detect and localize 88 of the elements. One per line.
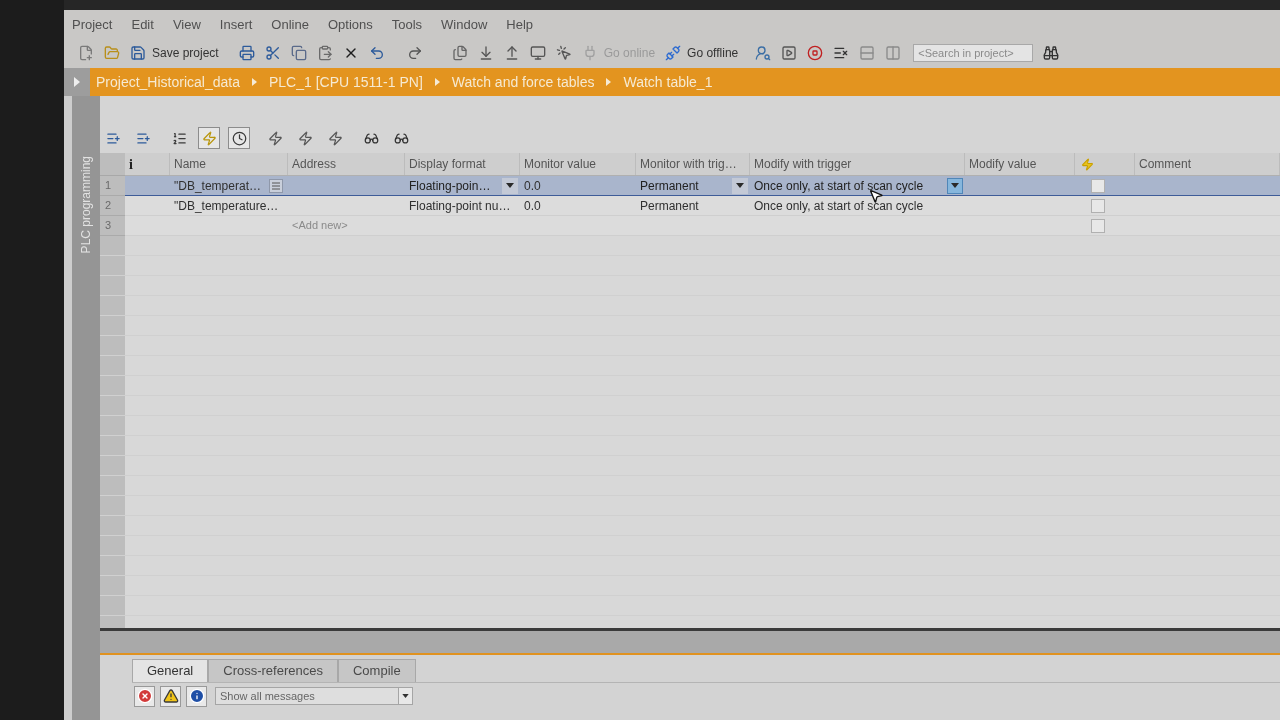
panel-tab[interactable]: Cross-references bbox=[208, 659, 338, 682]
row-number: 1 bbox=[105, 178, 112, 194]
table-row[interactable]: <Add new> bbox=[125, 216, 1280, 236]
files-icon[interactable] bbox=[451, 45, 468, 61]
error-filter-button[interactable] bbox=[134, 685, 155, 707]
paste-icon[interactable] bbox=[316, 45, 333, 61]
redo-icon[interactable] bbox=[406, 45, 423, 61]
go-offline-button[interactable]: Go offline bbox=[665, 44, 739, 62]
menu-item[interactable]: Help bbox=[506, 17, 534, 31]
column-header: Address bbox=[292, 156, 337, 173]
pointer-click-icon[interactable] bbox=[555, 45, 572, 61]
zap-icon bbox=[1081, 157, 1094, 171]
trigger-dropdown[interactable]: Permanent bbox=[636, 176, 750, 195]
zap-icon bbox=[297, 130, 313, 146]
mouse-pointer-icon bbox=[868, 188, 884, 204]
column-header: Monitor value bbox=[524, 156, 597, 173]
menu-item[interactable]: View bbox=[172, 17, 201, 31]
numbered-list-icon bbox=[171, 130, 187, 146]
monitor-icon[interactable] bbox=[529, 45, 546, 61]
zap-icon bbox=[327, 130, 343, 146]
row-number: 2 bbox=[105, 198, 112, 214]
menu-item[interactable]: Insert bbox=[219, 17, 253, 31]
breadcrumb-arrow-icon bbox=[251, 78, 257, 86]
clock-icon bbox=[231, 130, 247, 146]
caret-down-icon bbox=[732, 177, 748, 194]
trigger-dropdown[interactable]: Once only, at start of scan cycle bbox=[750, 176, 965, 195]
user-search-icon[interactable] bbox=[755, 45, 772, 61]
search-field[interactable]: <Search in project> bbox=[913, 44, 1034, 62]
expand-button[interactable] bbox=[64, 68, 90, 96]
menu-item[interactable]: Project bbox=[72, 17, 113, 31]
table-cell-text: 0.0 bbox=[523, 197, 542, 215]
column-header: Monitor with trig… bbox=[640, 156, 737, 173]
menu-item[interactable]: Online bbox=[271, 17, 309, 31]
undo-icon[interactable] bbox=[368, 45, 385, 61]
expand-arrow-icon bbox=[74, 77, 80, 87]
checkbox[interactable] bbox=[1091, 178, 1105, 193]
checkbox[interactable] bbox=[1091, 218, 1105, 233]
warning-icon bbox=[162, 688, 179, 704]
stop-icon[interactable] bbox=[807, 45, 824, 61]
table-cell-text: Floating-point nu… bbox=[408, 197, 512, 215]
caret-down-icon bbox=[502, 177, 518, 194]
column-header: Display format bbox=[409, 156, 486, 173]
column-header: Modify value bbox=[969, 156, 1037, 173]
breadcrumb-arrow-icon bbox=[606, 78, 612, 86]
checkbox[interactable] bbox=[1091, 198, 1105, 213]
warning-filter-button[interactable] bbox=[160, 685, 181, 707]
caret-down-icon bbox=[398, 688, 412, 704]
list-plus-icon bbox=[135, 130, 151, 146]
save-icon bbox=[130, 45, 146, 61]
breadcrumb-arrow-icon bbox=[434, 78, 440, 86]
message-filter-dropdown[interactable]: Show all messages bbox=[215, 687, 413, 705]
format-dropdown[interactable]: Floating-poin… bbox=[405, 176, 520, 195]
list-plus-icon bbox=[105, 130, 121, 146]
play-square-icon[interactable] bbox=[781, 45, 798, 61]
binoculars-icon[interactable] bbox=[1043, 45, 1060, 61]
panel-tab[interactable]: Compile bbox=[337, 659, 416, 682]
printer-icon[interactable] bbox=[238, 45, 255, 61]
menu-item[interactable]: Tools bbox=[391, 17, 423, 31]
list-x-icon[interactable] bbox=[833, 45, 850, 61]
table-cell-text: Once only, at start of scan cycle bbox=[753, 197, 925, 215]
column-header: Name bbox=[174, 156, 206, 173]
copy-icon[interactable] bbox=[290, 45, 307, 61]
zap-icon bbox=[267, 130, 283, 146]
column-header: Modify with trigger bbox=[754, 156, 852, 173]
column-header: Comment bbox=[1139, 156, 1191, 173]
unplug-icon bbox=[665, 45, 682, 61]
table-row[interactable]: "DB_temperat… Floating-poin… 0.0 Permanent Once only, at start of scan cycle bbox=[125, 176, 1280, 196]
zap-icon bbox=[201, 130, 217, 146]
scissors-icon[interactable] bbox=[264, 45, 281, 61]
menu-item[interactable]: Edit bbox=[131, 17, 154, 31]
table-cell-text: 0.0 bbox=[523, 177, 542, 195]
toolbar-button[interactable] bbox=[228, 127, 250, 149]
new-file-icon[interactable] bbox=[78, 45, 94, 61]
table-row[interactable]: "DB_temperature… Floating-point nu… 0.0 Permanent Once only, at start of scan cycle bbox=[125, 196, 1280, 216]
column-header: i bbox=[129, 155, 133, 174]
caret-down-icon bbox=[947, 177, 963, 194]
error-icon bbox=[136, 688, 153, 704]
row-number: 3 bbox=[105, 218, 112, 234]
save-project-button[interactable]: Save project bbox=[130, 44, 219, 62]
info-icon bbox=[188, 688, 205, 704]
table-cell-text: "DB_temperat… bbox=[173, 177, 262, 195]
table-cell-text: Permanent bbox=[639, 197, 700, 215]
table-cell-text: "DB_temperature… bbox=[173, 197, 280, 215]
menu-item[interactable]: Window bbox=[441, 17, 488, 31]
panel-tab[interactable]: General bbox=[132, 659, 209, 682]
add-new-text[interactable]: <Add new> bbox=[292, 217, 348, 234]
info-filter-button[interactable] bbox=[186, 685, 207, 707]
menu-item[interactable]: Options bbox=[327, 17, 373, 31]
